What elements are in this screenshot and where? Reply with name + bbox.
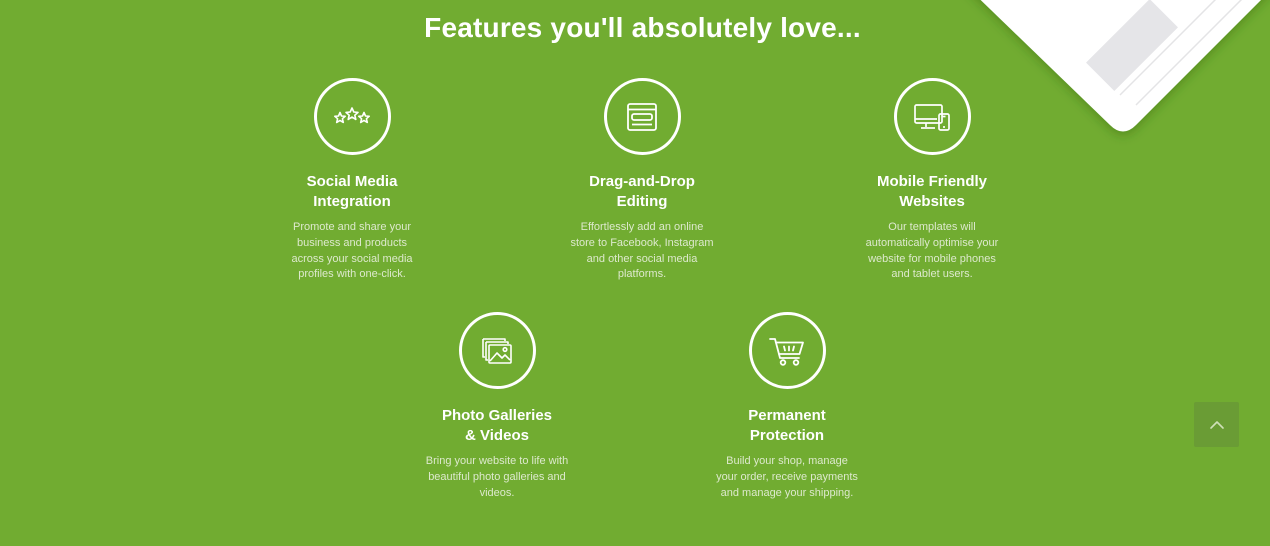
feature-permanent-protection: Permanent Protection Build your shop, ma… [707,312,867,501]
feature-description: Effortlessly add an online store to Face… [570,221,714,281]
feature-title: Photo Galleries & Videos [441,407,553,444]
stars-icon [334,106,370,123]
shopping-cart-icon [769,337,804,366]
photo-gallery-icon [482,337,512,364]
feature-icon-circle [893,78,971,155]
page-title: Features you'll absolutely love... [424,12,861,43]
feature-mobile-friendly: Mobile Friendly Websites Our templates w… [852,78,1012,283]
feature-icon-circle [458,312,536,389]
feature-description: Bring your website to life with beautifu… [425,455,569,499]
feature-social-media: Social Media Integration Promote and sha… [272,78,432,283]
feature-photo-galleries: Photo Galleries & Videos Bring your webs… [417,312,577,501]
feature-description: Build your shop, manage your order, rece… [716,455,858,499]
feature-icon-circle [313,78,391,155]
feature-title: Permanent Protection [748,407,826,444]
feature-title: Drag-and-Drop Editing [589,173,695,210]
feature-drag-drop: Drag-and-Drop Editing Effortlessly add a… [562,78,722,283]
scroll-to-top-button[interactable] [1194,402,1239,447]
feature-description: Promote and share your business and prod… [291,221,413,281]
browser-window-icon [627,102,657,131]
chevron-up-icon [1209,420,1224,429]
feature-icon-circle [748,312,826,389]
feature-description: Our templates will automatically optimis… [865,221,999,281]
feature-title: Social Media Integration [306,173,398,210]
feature-title: Mobile Friendly Websites [876,173,987,210]
feature-icon-circle [603,78,681,155]
devices-icon [914,103,950,131]
